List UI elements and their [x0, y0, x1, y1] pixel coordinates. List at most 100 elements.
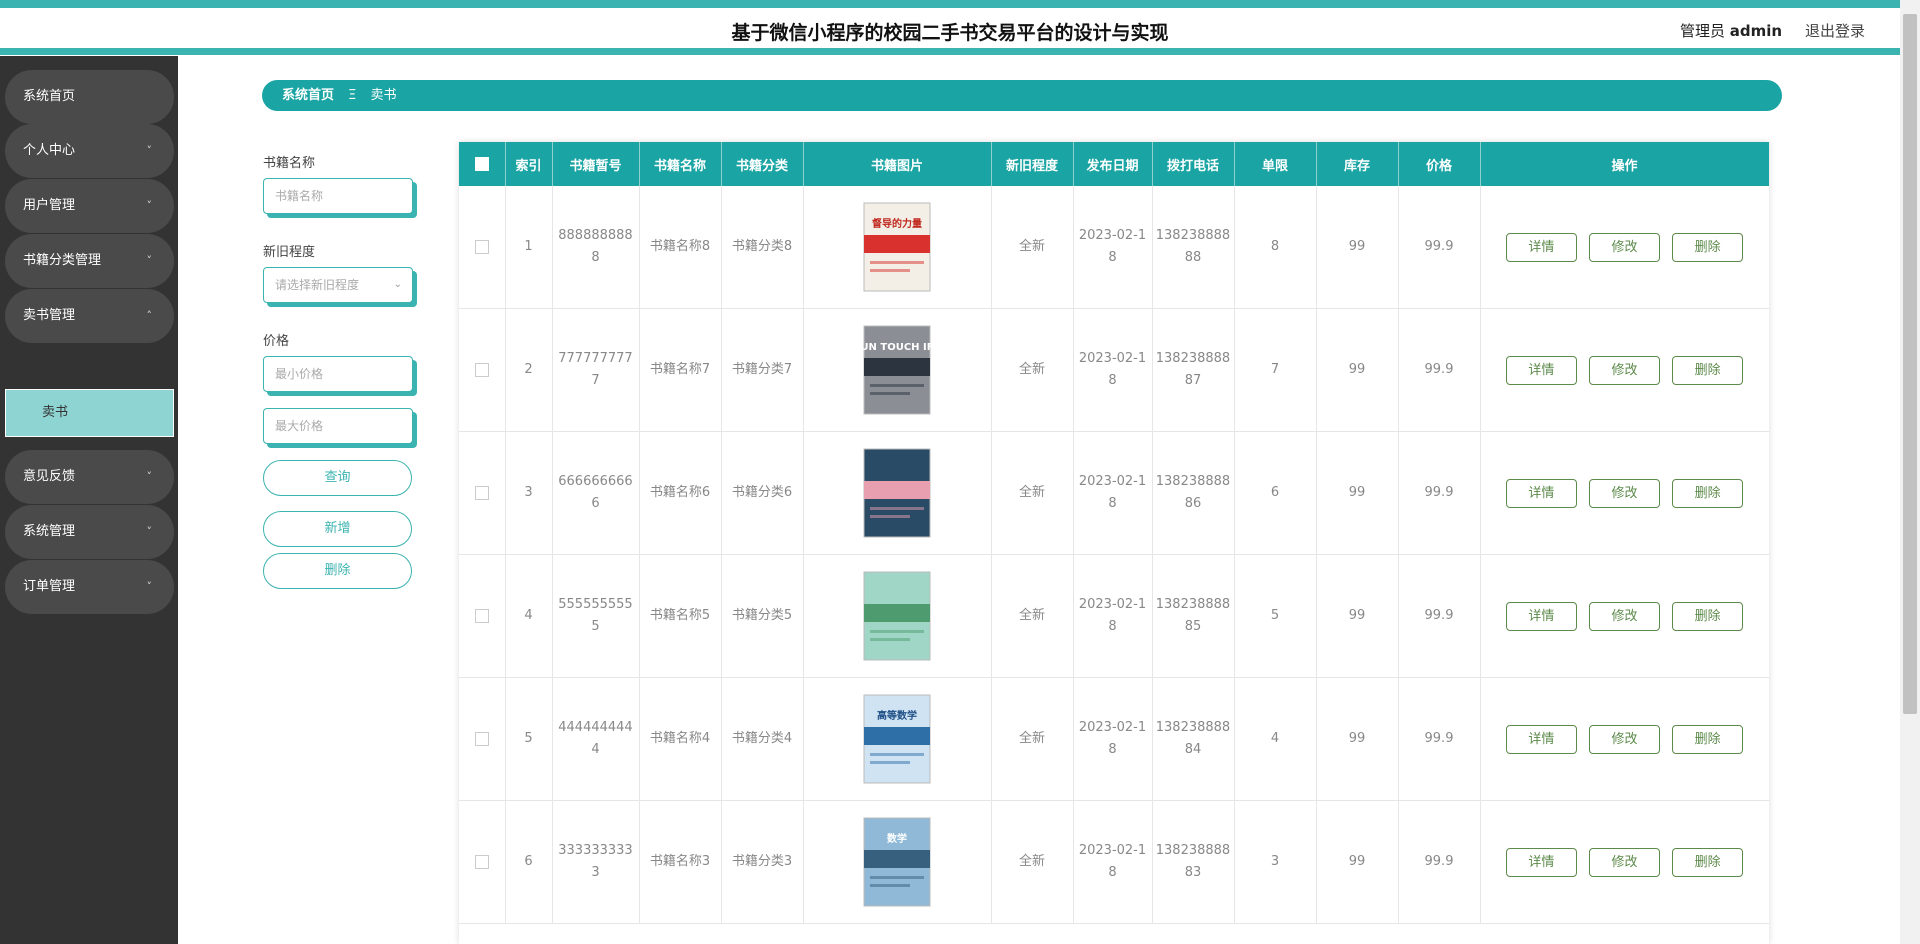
phone-cell: 13823888886 [1152, 431, 1235, 555]
sidebar-item-book-category[interactable]: 书籍分类管理 ˅ [5, 234, 174, 288]
row-checkbox[interactable] [474, 854, 489, 869]
row-select-cell[interactable] [459, 186, 506, 309]
sidebar-item-system[interactable]: 系统管理 ˅ [5, 505, 174, 559]
query-button[interactable]: 查询 [263, 460, 412, 496]
index-cell: 1 [505, 186, 553, 309]
sidebar-item-users[interactable]: 用户管理 ˅ [5, 179, 174, 233]
condition-cell: 全新 [991, 677, 1074, 801]
select-all-header[interactable] [459, 142, 506, 186]
row-checkbox[interactable] [474, 608, 489, 623]
code-cell: 3333333333 [552, 800, 640, 924]
batch-delete-button[interactable]: 删除 [263, 553, 412, 589]
sidebar-subitem-sell-book[interactable]: 卖书 [5, 389, 174, 437]
stock-cell: 99 [1316, 554, 1399, 678]
breadcrumb-home[interactable]: 系统首页 [282, 88, 334, 103]
max-price-input[interactable]: 最大价格 [263, 408, 413, 444]
sidebar-item-label: 书籍分类管理 [23, 253, 102, 268]
sidebar-item-sell-management[interactable]: 卖书管理 ˄ [5, 289, 174, 343]
detail-button[interactable]: 详情 [1505, 478, 1577, 508]
actions-cell: 详情 修改 删除 [1480, 308, 1769, 432]
chevron-down-icon: ˅ [146, 199, 153, 212]
detail-button[interactable]: 详情 [1505, 847, 1577, 877]
book-cover-image: 督导的力量 [863, 202, 931, 292]
delete-button[interactable]: 删除 [1672, 232, 1744, 262]
detail-button[interactable]: 详情 [1505, 724, 1577, 754]
detail-button[interactable]: 详情 [1505, 601, 1577, 631]
name-cell: 书籍名称4 [639, 677, 722, 801]
price-cell: 99.9 [1398, 800, 1481, 924]
add-button[interactable]: 新增 [263, 511, 412, 547]
table-header-row: 索引 书籍暂号 书籍名称 书籍分类 书籍图片 新旧程度 发布日期 拨打电话 单限… [459, 142, 1769, 186]
condition-cell: 全新 [991, 186, 1074, 309]
delete-button[interactable]: 删除 [1672, 355, 1744, 385]
column-header: 操作 [1480, 142, 1769, 186]
code-cell: 6666666666 [552, 431, 640, 555]
edit-button[interactable]: 修改 [1589, 478, 1660, 508]
column-header: 书籍图片 [803, 142, 992, 186]
min-price-input[interactable]: 最小价格 [263, 356, 413, 392]
select-all-checkbox[interactable] [474, 157, 489, 171]
phone-cell: 13823888884 [1152, 677, 1235, 801]
book-cover-image [863, 448, 931, 538]
table-body: 1 8888888888 书籍名称8 书籍分类8 督导的力量 全新 2023-02-18… [459, 186, 1769, 924]
date-cell: 2023-02-18 [1073, 308, 1153, 432]
edit-button[interactable]: 修改 [1589, 847, 1660, 877]
chevron-down-icon: ⌄ [393, 279, 402, 290]
row-checkbox[interactable] [474, 485, 489, 500]
price-cell: 99.9 [1398, 431, 1481, 555]
edit-button[interactable]: 修改 [1589, 232, 1660, 262]
row-checkbox[interactable] [474, 239, 489, 254]
table-row: 6 3333333333 书籍名称3 书籍分类3 数学 全新 2023-02-18 138… [459, 800, 1769, 924]
column-header: 书籍暂号 [552, 142, 640, 186]
edit-button[interactable]: 修改 [1589, 724, 1660, 754]
condition-select[interactable]: 请选择新旧程度 ⌄ [263, 267, 413, 303]
row-checkbox[interactable] [474, 362, 489, 377]
row-select-cell[interactable] [459, 677, 506, 801]
breadcrumb-current: 卖书 [370, 88, 397, 103]
delete-button[interactable]: 删除 [1672, 478, 1744, 508]
sidebar-item-label: 意见反馈 [23, 469, 76, 484]
price-cell: 99.9 [1398, 677, 1481, 801]
book-cover-image: 高等数学 [863, 694, 931, 784]
row-select-cell[interactable] [459, 800, 506, 924]
condition-label: 新旧程度 [263, 245, 316, 260]
row-select-cell[interactable] [459, 308, 506, 432]
sidebar-item-orders[interactable]: 订单管理 ˅ [5, 560, 174, 614]
column-header: 新旧程度 [991, 142, 1074, 186]
cover-cell: 督导的力量 [803, 186, 992, 309]
cover-cell [803, 431, 992, 555]
sidebar-item-feedback[interactable]: 意见反馈 ˅ [5, 450, 174, 504]
row-checkbox[interactable] [474, 731, 489, 746]
row-select-cell[interactable] [459, 554, 506, 678]
price-cell: 99.9 [1398, 308, 1481, 432]
stock-cell: 99 [1316, 431, 1399, 555]
detail-button[interactable]: 详情 [1505, 355, 1577, 385]
delete-button[interactable]: 删除 [1672, 724, 1744, 754]
sidebar-item-home[interactable]: 系统首页 [5, 70, 174, 124]
actions-cell: 详情 修改 删除 [1480, 677, 1769, 801]
breadcrumb: 系统首页 Ξ 卖书 [262, 80, 1782, 111]
table-row: 4 5555555555 书籍名称5 书籍分类5 全新 2023-02-18 138238… [459, 554, 1769, 678]
edit-button[interactable]: 修改 [1589, 601, 1660, 631]
page-scrollbar-thumb[interactable] [1903, 14, 1917, 714]
delete-button[interactable]: 删除 [1672, 847, 1744, 877]
name-cell: 书籍名称3 [639, 800, 722, 924]
sidebar: 系统首页 个人中心 ˅ 用户管理 ˅ 书籍分类管理 ˅ 卖书管理 ˄ 卖书 意见… [0, 56, 178, 944]
table-row: 1 8888888888 书籍名称8 书籍分类8 督导的力量 全新 2023-02-18… [459, 186, 1769, 309]
edit-button[interactable]: 修改 [1589, 355, 1660, 385]
user-name: admin [1729, 22, 1783, 40]
sidebar-item-profile[interactable]: 个人中心 ˅ [5, 124, 174, 178]
delete-button[interactable]: 删除 [1672, 601, 1744, 631]
sidebar-item-label: 用户管理 [23, 198, 76, 213]
book-name-input[interactable]: 书籍名称 [263, 178, 413, 214]
limit-cell: 4 [1234, 677, 1317, 801]
cover-cell: UN TOUCH IF [803, 308, 992, 432]
logout-link[interactable]: 退出登录 [1805, 20, 1865, 41]
row-select-cell[interactable] [459, 431, 506, 555]
detail-button[interactable]: 详情 [1505, 232, 1577, 262]
chevron-down-icon: ˅ [146, 580, 153, 593]
phone-cell: 13823888888 [1152, 186, 1235, 309]
index-cell: 4 [505, 554, 553, 678]
date-cell: 2023-02-18 [1073, 186, 1153, 309]
price-label: 价格 [263, 334, 290, 349]
